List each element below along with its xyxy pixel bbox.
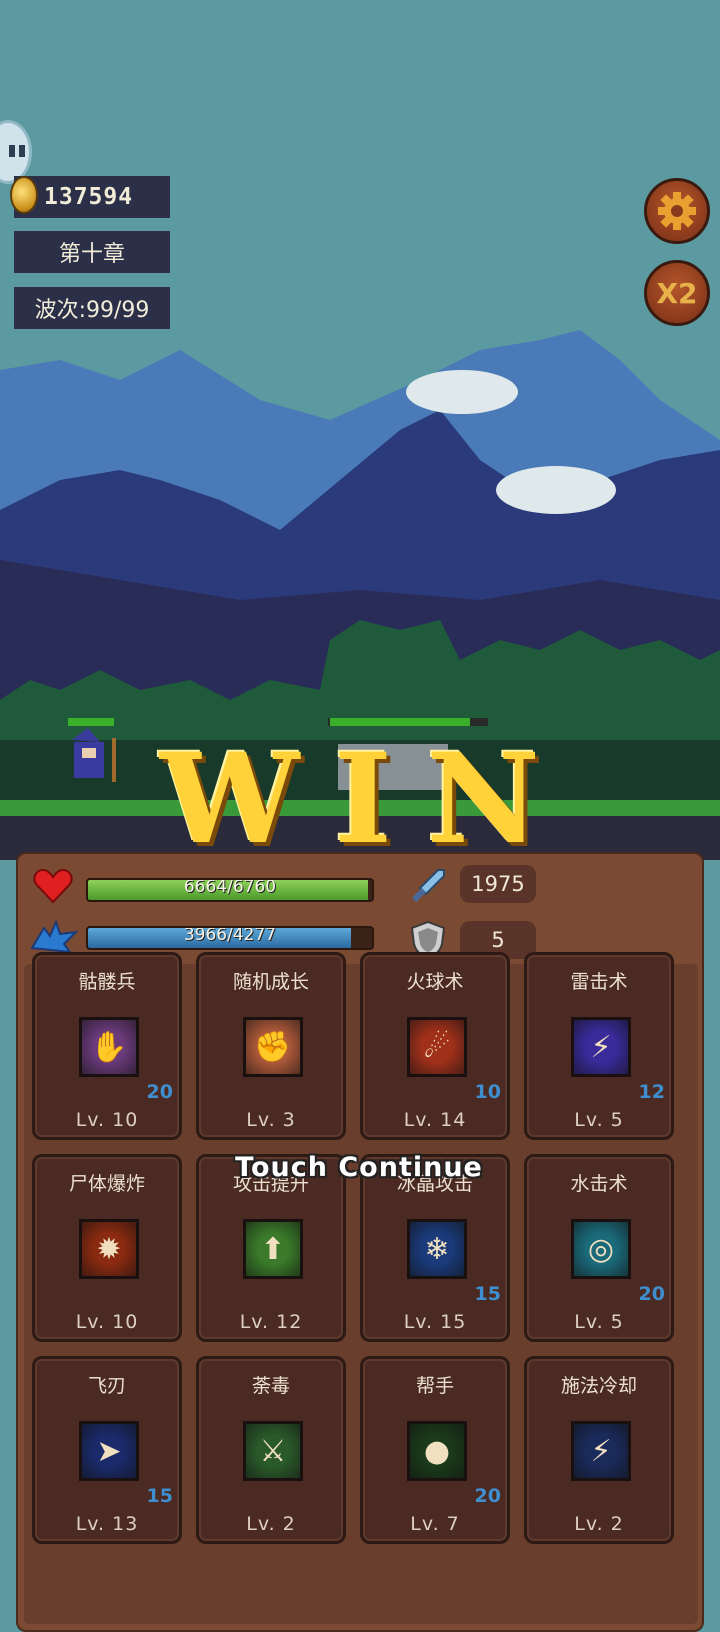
skill-count: 20 bbox=[146, 1081, 173, 1103]
touch-continue-prompt[interactable]: Touch Continue bbox=[214, 1152, 504, 1183]
slime-helper-icon: ● bbox=[407, 1421, 467, 1481]
skill-level: Lv. 13 bbox=[75, 1513, 139, 1535]
skill-count: 15 bbox=[474, 1283, 501, 1305]
skill-count: 15 bbox=[146, 1485, 173, 1507]
skill-name: 荼毒 bbox=[251, 1375, 290, 1397]
skill-level: Lv. 2 bbox=[246, 1513, 296, 1535]
skill-name: 施法冷却 bbox=[560, 1375, 637, 1397]
skill-name: 骷髅兵 bbox=[78, 971, 136, 993]
skill-card[interactable]: 雷击术 ⚡ 12 Lv. 5 bbox=[524, 952, 674, 1140]
skill-count: 12 bbox=[638, 1081, 665, 1103]
gear-icon bbox=[658, 192, 696, 230]
coin-icon bbox=[10, 176, 38, 214]
skill-count: 20 bbox=[638, 1283, 665, 1305]
sword-icon bbox=[411, 869, 445, 903]
mp-text: 3966/4277 bbox=[183, 926, 277, 945]
settings-button[interactable] bbox=[644, 178, 710, 244]
skill-card[interactable]: 尸体爆炸 ✹ Lv. 10 bbox=[32, 1154, 182, 1342]
cloud bbox=[496, 466, 616, 514]
skill-level: Lv. 7 bbox=[410, 1513, 460, 1535]
skill-card[interactable]: 帮手 ● 20 Lv. 7 bbox=[360, 1356, 510, 1544]
win-letter: I bbox=[333, 727, 392, 872]
skill-card[interactable]: 随机成长 ✊ Lv. 3 bbox=[196, 952, 346, 1140]
corpse-explosion-icon: ✹ bbox=[79, 1219, 139, 1279]
skeleton-hand-icon: ✋ bbox=[79, 1017, 139, 1077]
skill-level: Lv. 10 bbox=[75, 1109, 139, 1131]
skill-name: 水击术 bbox=[570, 1173, 628, 1195]
fireball-icon: ☄ bbox=[407, 1017, 467, 1077]
skill-level: Lv. 12 bbox=[239, 1311, 303, 1333]
poison-icon: ⚔ bbox=[243, 1421, 303, 1481]
skill-card[interactable]: 水击术 ◎ 20 Lv. 5 bbox=[524, 1154, 674, 1342]
win-banner: W I N bbox=[160, 727, 540, 872]
win-letter: N bbox=[426, 727, 540, 872]
win-letter: W bbox=[160, 727, 300, 872]
hp-bar: 6664/6760 bbox=[86, 878, 374, 902]
fist-icon: ✊ bbox=[243, 1017, 303, 1077]
chapter-label: 第十章 bbox=[14, 231, 170, 273]
heart-icon bbox=[33, 868, 73, 904]
skill-card[interactable]: 飞刃 ➤ 15 Lv. 13 bbox=[32, 1356, 182, 1544]
skill-card[interactable]: 火球术 ☄ 10 Lv. 14 bbox=[360, 952, 510, 1140]
skill-name: 尸体爆炸 bbox=[68, 1173, 145, 1195]
water-wave-icon: ◎ bbox=[571, 1219, 631, 1279]
speed-label: X2 bbox=[656, 276, 698, 310]
skill-level: Lv. 14 bbox=[403, 1109, 467, 1131]
skill-level: Lv. 2 bbox=[574, 1513, 624, 1535]
skill-name: 飞刃 bbox=[87, 1375, 126, 1397]
mp-bar: 3966/4277 bbox=[86, 926, 374, 950]
skill-count: 10 bbox=[474, 1081, 501, 1103]
speed-x2-button[interactable]: X2 bbox=[644, 260, 710, 326]
skill-name: 帮手 bbox=[415, 1375, 454, 1397]
attack-up-icon: ⬆ bbox=[243, 1219, 303, 1279]
skill-level: Lv. 5 bbox=[574, 1311, 624, 1333]
ice-crystal-icon: ❄ bbox=[407, 1219, 467, 1279]
wave-text: 波次:99/99 bbox=[34, 298, 150, 323]
skill-name: 雷击术 bbox=[570, 971, 628, 993]
skill-level: Lv. 15 bbox=[403, 1311, 467, 1333]
skill-name: 火球术 bbox=[406, 971, 464, 993]
skill-level: Lv. 3 bbox=[246, 1109, 296, 1131]
skill-card[interactable]: 施法冷却 ⚡ Lv. 2 bbox=[524, 1356, 674, 1544]
cloud bbox=[406, 370, 518, 414]
thunder-strike-icon: ⚡ bbox=[571, 1017, 631, 1077]
skill-card[interactable]: 荼毒 ⚔ Lv. 2 bbox=[196, 1356, 346, 1544]
skill-level: Lv. 10 bbox=[75, 1311, 139, 1333]
chapter-text: 第十章 bbox=[58, 242, 125, 267]
coin-amount: 137594 bbox=[44, 184, 134, 210]
flying-blade-icon: ➤ bbox=[79, 1421, 139, 1481]
skill-card[interactable]: 骷髅兵 ✋ 20 Lv. 10 bbox=[32, 952, 182, 1140]
skill-name: 随机成长 bbox=[232, 971, 309, 993]
mana-wing-icon bbox=[30, 919, 78, 954]
cooldown-lightning-icon: ⚡ bbox=[571, 1421, 631, 1481]
skill-count: 20 bbox=[474, 1485, 501, 1507]
hp-text: 6664/6760 bbox=[183, 878, 277, 897]
wave-counter: 波次:99/99 bbox=[14, 287, 170, 329]
skill-level: Lv. 5 bbox=[574, 1109, 624, 1131]
